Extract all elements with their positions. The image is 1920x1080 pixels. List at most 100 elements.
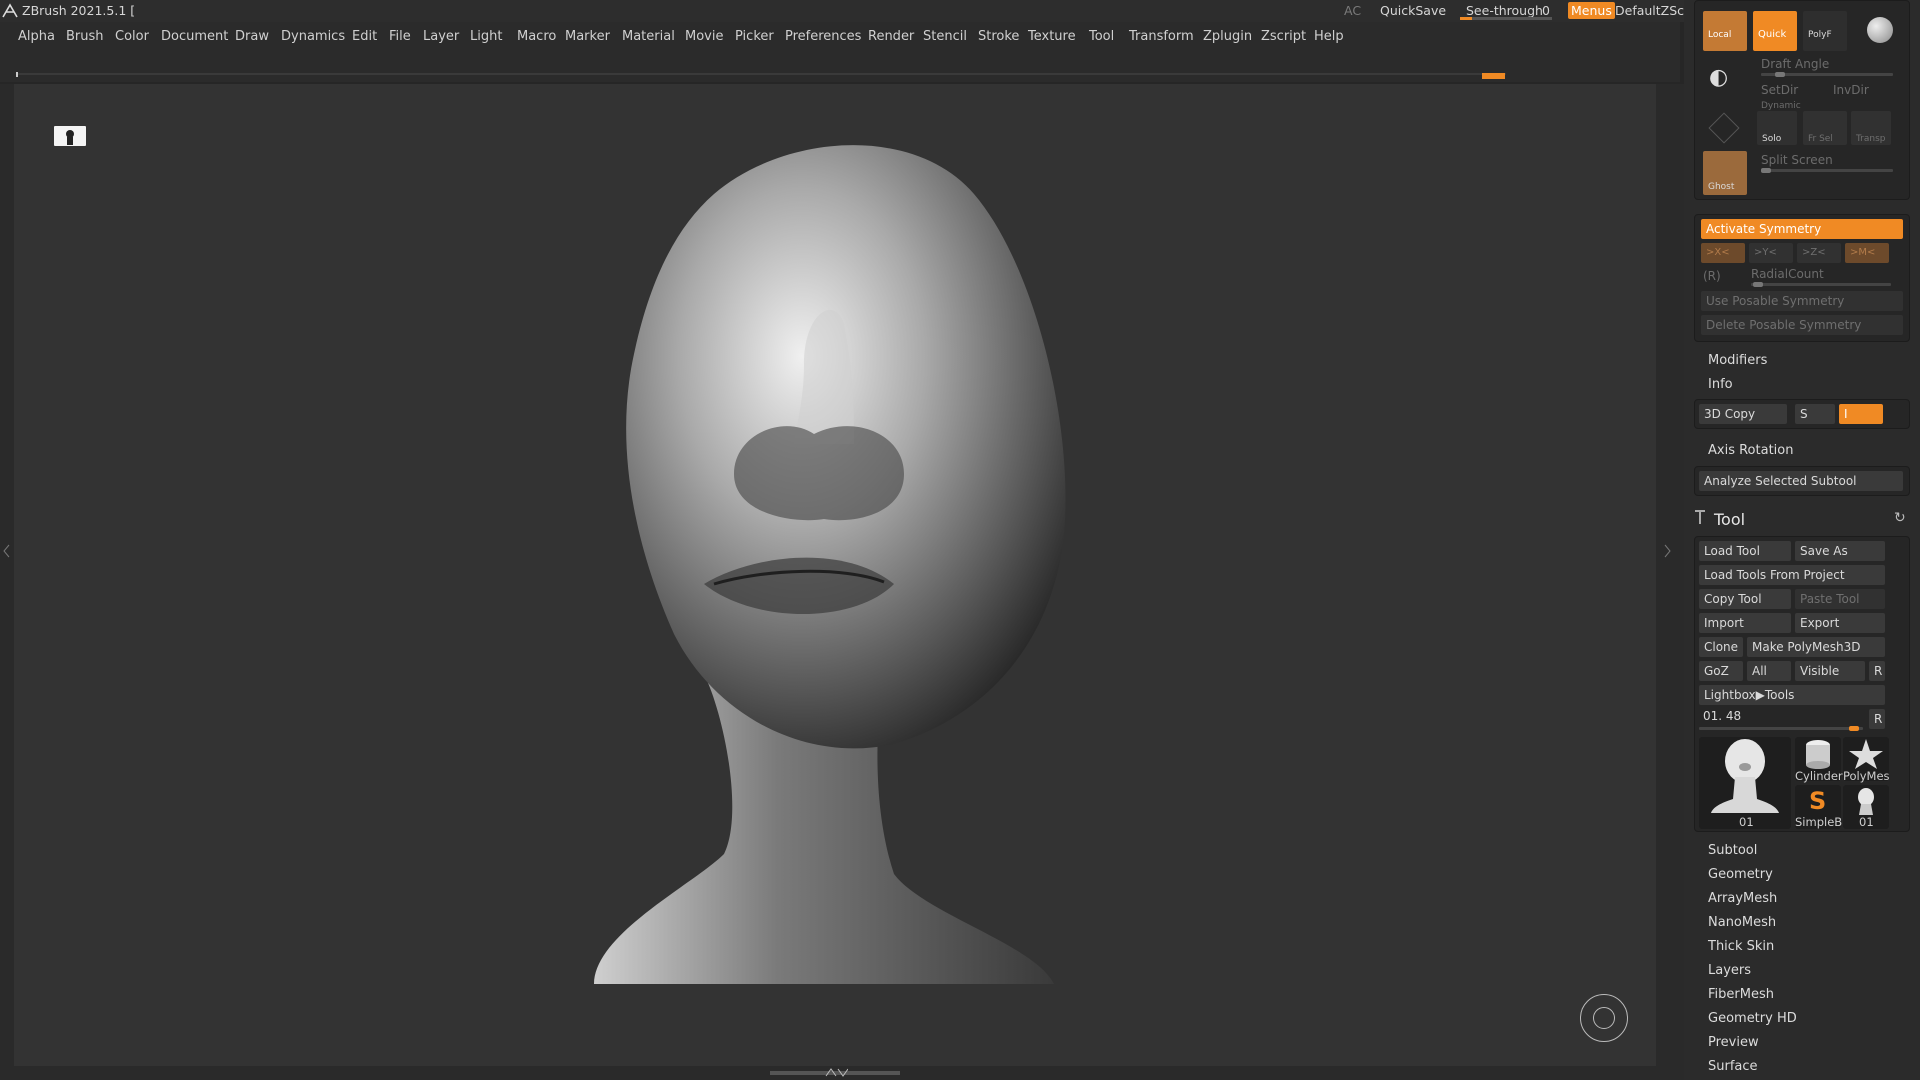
r-button[interactable]: R — [1869, 661, 1885, 681]
section-fibermesh[interactable]: FiberMesh — [1708, 987, 1774, 1002]
canvas-viewport[interactable] — [14, 84, 1656, 1068]
tool-slider[interactable] — [1699, 726, 1863, 731]
fr-sel-button[interactable]: Fr Sel — [1803, 111, 1847, 145]
sphere-icon[interactable] — [1867, 17, 1893, 43]
section-geometry-hd[interactable]: Geometry HD — [1708, 1011, 1797, 1026]
radial-count-slider[interactable] — [1751, 282, 1891, 287]
local-button[interactable]: Local — [1703, 11, 1747, 51]
menu-macro[interactable]: Macro — [517, 29, 556, 44]
section-layers[interactable]: Layers — [1708, 963, 1751, 978]
ac-label[interactable]: AC — [1344, 3, 1361, 18]
load-tool-button[interactable]: Load Tool — [1699, 541, 1791, 561]
menu-layer[interactable]: Layer — [423, 29, 459, 44]
menu-stroke[interactable]: Stroke — [978, 29, 1019, 44]
menus-button[interactable]: Menus — [1568, 2, 1615, 19]
transp-button[interactable]: Transp — [1851, 111, 1891, 145]
section-nanomesh[interactable]: NanoMesh — [1708, 915, 1776, 930]
i-button[interactable]: I — [1839, 404, 1883, 424]
tool-hammer-icon — [1695, 510, 1705, 524]
activate-symmetry-button[interactable]: Activate Symmetry — [1701, 219, 1903, 239]
menu-render[interactable]: Render — [868, 29, 914, 44]
menu-stencil[interactable]: Stencil — [923, 29, 967, 44]
section-arraymesh[interactable]: ArrayMesh — [1708, 891, 1777, 906]
menu-alpha[interactable]: Alpha — [18, 29, 55, 44]
section-thick-skin[interactable]: Thick Skin — [1708, 939, 1774, 954]
menu-brush[interactable]: Brush — [66, 29, 104, 44]
menu-help[interactable]: Help — [1314, 29, 1344, 44]
setdir-button[interactable]: SetDir — [1761, 83, 1798, 97]
ghost-button[interactable]: Ghost — [1703, 151, 1747, 195]
menu-document[interactable]: Document — [161, 29, 228, 44]
sym-m-button[interactable]: >M< — [1845, 243, 1889, 263]
clone-button[interactable]: Clone — [1699, 637, 1743, 657]
menu-color[interactable]: Color — [115, 29, 149, 44]
section-subtool[interactable]: Subtool — [1708, 843, 1757, 858]
split-screen-button[interactable]: Split Screen — [1761, 153, 1833, 167]
refresh-icon[interactable]: ↻ — [1894, 510, 1906, 526]
menu-movie[interactable]: Movie — [685, 29, 723, 44]
menu-dynamics[interactable]: Dynamics — [281, 29, 345, 44]
tray-arrow-right-icon[interactable] — [1664, 544, 1672, 558]
make-polymesh3d-button[interactable]: Make PolyMesh3D — [1747, 637, 1885, 657]
see-through-label[interactable]: See-through — [1466, 3, 1543, 18]
info-section[interactable]: Info — [1708, 377, 1733, 392]
menu-material[interactable]: Material — [622, 29, 675, 44]
draft-angle-slider[interactable] — [1761, 72, 1893, 77]
see-through-slider[interactable] — [1460, 17, 1552, 20]
floor-icon[interactable] — [54, 126, 86, 146]
left-tray[interactable] — [0, 84, 14, 1080]
load-tools-from-project-button[interactable]: Load Tools From Project — [1699, 565, 1885, 585]
menu-marker[interactable]: Marker — [565, 29, 610, 44]
menu-texture[interactable]: Texture — [1028, 29, 1076, 44]
sculpt-head-model[interactable] — [554, 114, 1114, 1034]
tray-arrow-icon[interactable] — [3, 544, 11, 558]
menu-draw[interactable]: Draw — [235, 29, 269, 44]
menu-file[interactable]: File — [389, 29, 411, 44]
visible-button[interactable]: Visible — [1795, 661, 1865, 681]
right-tray-divider[interactable] — [1656, 84, 1684, 1080]
cube-icon[interactable] — [1708, 112, 1740, 144]
modifiers-section[interactable]: Modifiers — [1708, 353, 1767, 368]
section-preview[interactable]: Preview — [1708, 1035, 1759, 1050]
polyf-button[interactable]: PolyF — [1803, 11, 1847, 51]
s-button[interactable]: S — [1795, 404, 1835, 424]
analyze-subtool-button[interactable]: Analyze Selected Subtool — [1699, 471, 1903, 491]
export-button[interactable]: Export — [1795, 613, 1885, 633]
navigation-gizmo[interactable] — [1580, 994, 1628, 1042]
sym-x-button[interactable]: >X< — [1701, 243, 1745, 263]
menu-zscript[interactable]: Zscript — [1261, 29, 1306, 44]
axis-rotation-section[interactable]: Axis Rotation — [1708, 443, 1793, 458]
menu-zplugin[interactable]: Zplugin — [1203, 29, 1252, 44]
section-surface[interactable]: Surface — [1708, 1059, 1758, 1074]
tray-arrow-up-icon[interactable] — [824, 1066, 848, 1078]
menu-tool[interactable]: Tool — [1089, 29, 1114, 44]
sym-z-button[interactable]: >Z< — [1797, 243, 1841, 263]
all-button[interactable]: All — [1747, 661, 1791, 681]
goz-button[interactable]: GoZ — [1699, 661, 1743, 681]
bottom-tray[interactable] — [0, 1066, 1680, 1080]
contrast-icon[interactable]: ◐ — [1709, 65, 1739, 95]
delete-posable-symmetry-button[interactable]: Delete Posable Symmetry — [1701, 315, 1903, 335]
menu-light[interactable]: Light — [470, 29, 502, 44]
sym-y-button[interactable]: >Y< — [1749, 243, 1793, 263]
paste-tool-button[interactable]: Paste Tool — [1795, 589, 1885, 609]
menu-picker[interactable]: Picker — [735, 29, 774, 44]
invdir-button[interactable]: InvDir — [1833, 83, 1869, 97]
menu-preferences[interactable]: Preferences — [785, 29, 861, 44]
import-button[interactable]: Import — [1699, 613, 1791, 633]
radial-r-button[interactable]: (R) — [1703, 269, 1721, 283]
tool-title[interactable]: Tool — [1714, 510, 1745, 529]
tool-slider-r-button[interactable]: R — [1869, 709, 1885, 729]
lightbox-tools-button[interactable]: Lightbox▶Tools — [1699, 685, 1885, 705]
copy-tool-button[interactable]: Copy Tool — [1699, 589, 1791, 609]
section-geometry[interactable]: Geometry — [1708, 867, 1773, 882]
use-posable-symmetry-button[interactable]: Use Posable Symmetry — [1701, 291, 1903, 311]
menu-transform[interactable]: Transform — [1129, 29, 1194, 44]
save-as-button[interactable]: Save As — [1795, 541, 1885, 561]
split-screen-slider[interactable] — [1761, 168, 1893, 173]
menu-edit[interactable]: Edit — [352, 29, 377, 44]
3d-copy-button[interactable]: 3D Copy — [1699, 404, 1787, 424]
quick-button[interactable]: Quick — [1753, 11, 1797, 51]
solo-button[interactable]: Solo — [1757, 111, 1797, 145]
quicksave-button[interactable]: QuickSave — [1380, 3, 1446, 18]
